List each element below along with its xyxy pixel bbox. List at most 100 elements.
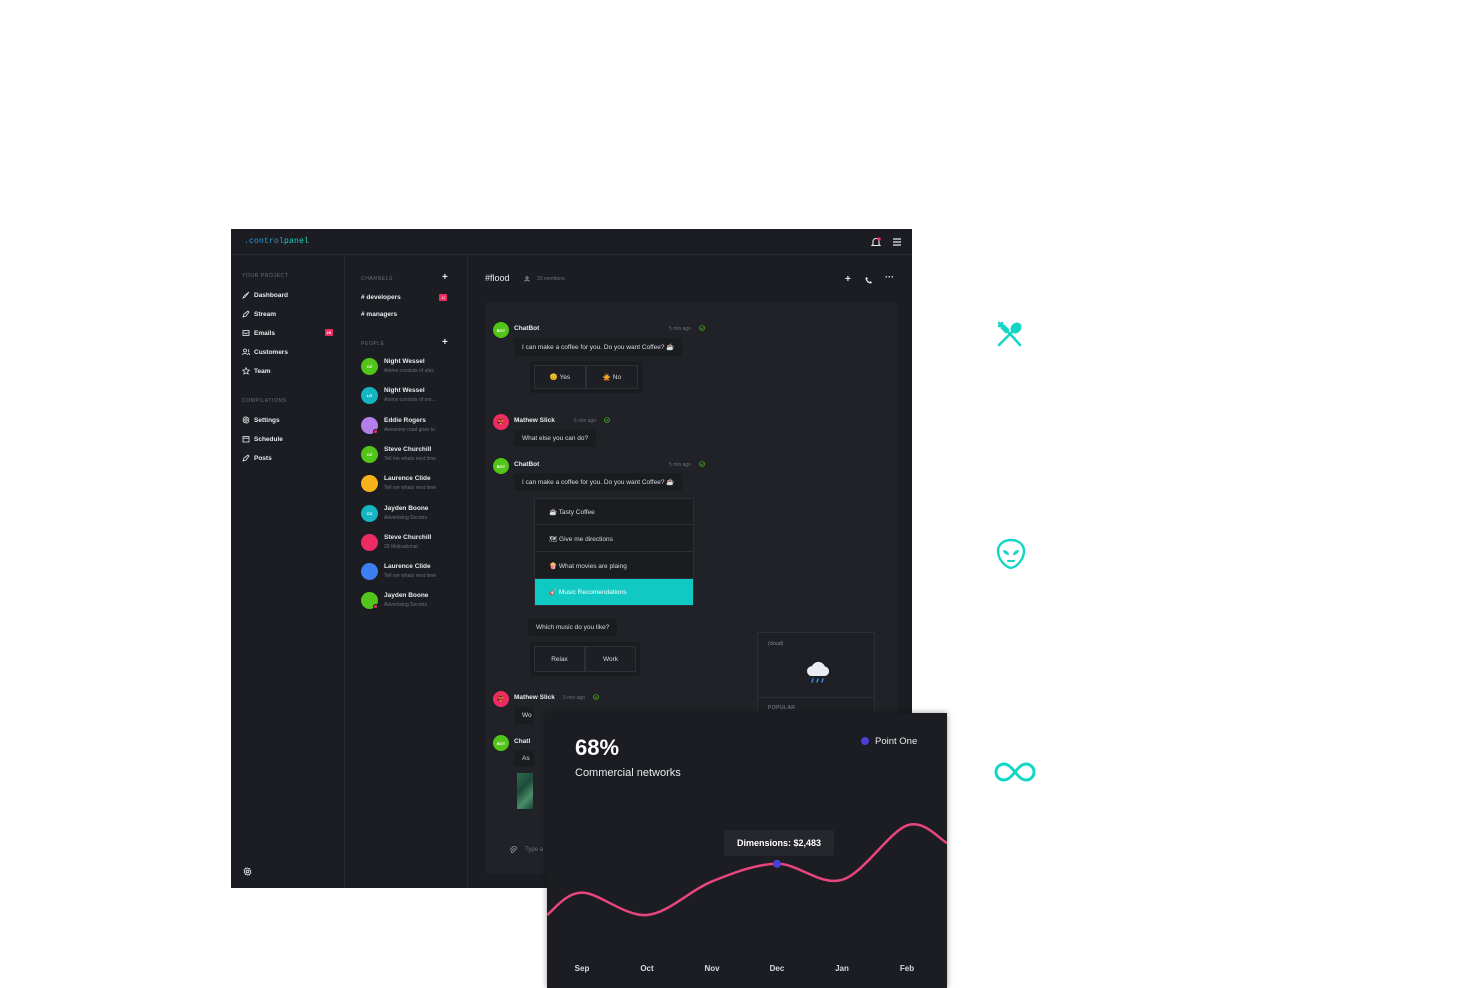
divider [758,697,874,698]
person-name: Jayden Boone [384,504,429,512]
choice-relax-button[interactable]: Relax [534,646,585,672]
highlight-point[interactable] [773,859,781,868]
add-person-button[interactable]: + [442,338,448,348]
sender-name: Chatl [514,738,531,745]
channel-item-managers[interactable]: # managers [361,311,397,318]
sidebar-item-dashboard[interactable]: Dashboard [242,288,337,302]
sidebar-item-label: Emails [254,329,275,337]
more-icon[interactable]: ··· [885,272,894,282]
image-thumbnail[interactable] [517,773,533,809]
menu-item-music[interactable]: 🎸 Music Recomendations [535,579,693,605]
menu-item-movies[interactable]: 🍿 What movies are plaing [535,553,693,579]
cloud-rain-icon [806,661,830,683]
sidebar-item-label: Schedule [254,435,283,443]
sidebar-item-customers[interactable]: Customers [242,345,337,359]
phone-icon[interactable] [865,276,873,284]
person-item[interactable]: Steve Churchill 29 Motivational [361,532,461,554]
sidebar-item-emails[interactable]: Emails 25 [242,326,337,340]
message-input[interactable]: Type a [525,847,543,853]
person-name: Night Wessel [384,358,425,365]
sidebar-item-team[interactable]: Team [242,364,337,378]
avatar: BOT [493,458,509,474]
channels-title: CHANNELS [361,276,394,282]
choice-work-button[interactable]: Work [585,646,636,672]
sidebar-item-label: Team [254,367,271,375]
avatar [361,475,378,493]
person-name: Night Wessel [384,387,425,395]
avatar: LG [361,387,378,405]
avatar: BOT [493,735,509,751]
sender-name: ChatBot [514,325,540,332]
person-item[interactable]: Laurence Clide Tell me whats next time [361,473,461,495]
avatar: OZ [361,504,378,522]
message-bubble: I can make a coffee for you. Do you want… [514,338,683,356]
person-item[interactable]: OZ Night Wessel Atoms consists of ules [361,356,461,378]
weather-card: (cloud) POPULAR [757,632,875,717]
pen-icon [242,310,250,318]
person-item[interactable]: OZ Jayden Boone Advertising Secrets [361,503,461,525]
person-item[interactable]: LG Night Wessel Atoms consists of mo... [361,385,461,407]
person-message: Tell me whats next time [384,455,436,462]
menu-item-coffee[interactable]: ☕ Tasty Coffee [535,499,693,525]
sidebar-item-settings[interactable]: Settings [242,413,337,427]
choice-no-button[interactable]: 🙅 No [586,365,638,389]
person-message: Awesome road goes to [384,426,436,433]
channel-item-developers[interactable]: # developers [361,294,401,301]
stats-card: 68% Commercial networks Point One Sep Oct… [547,713,947,988]
choice-yes-button[interactable]: 😊 Yes [534,365,586,389]
member-count: 23 members [537,276,565,282]
person-message: Atoms consists of mo... [384,397,436,404]
email-count-badge: 25 [324,329,333,336]
person-message: 29 Motivational [384,543,418,550]
channel-label: # developers [361,294,401,301]
person-name: Laurence Clide [384,475,431,483]
avatar: BOT [493,322,509,338]
logo[interactable]: .controlpanel [244,237,309,246]
menu-icon[interactable] [891,236,903,248]
add-button[interactable]: + [845,275,851,285]
person-item[interactable]: Laurence Clide Tell me whats next time [361,561,461,583]
person-item[interactable]: OZ Steve Churchill Tell me whats next time [361,444,461,466]
channel-badge: 12 [439,294,448,301]
check-icon [699,461,705,467]
chart-tooltip: Dimensions: $2,483 [724,830,834,856]
alien-icon [996,538,1026,570]
avatar [361,563,378,581]
sidebar-item-stream[interactable]: Stream [242,307,337,321]
gear-icon [242,416,250,424]
person-message: Tell me whats next time [384,573,436,580]
user-icon [524,276,530,282]
menu-item-directions[interactable]: 🗺 Give me directions [535,526,693,552]
x-tick-label: Nov [704,964,720,973]
weather-footer: POPULAR [768,705,796,711]
star-icon [242,367,250,375]
sidebar-item-label: Customers [254,348,288,356]
person-message: Advertising Secrets [384,602,428,609]
sidebar-item-schedule[interactable]: Schedule [242,432,337,446]
add-channel-button[interactable]: + [442,273,448,283]
settings-gear-icon[interactable] [243,867,252,876]
paperclip-icon[interactable] [509,846,517,854]
check-icon [593,694,599,700]
channel-label: # managers [361,311,398,318]
inbox-icon [242,330,250,336]
pen-icon [242,454,250,462]
choice-group: Relax Work [530,642,640,676]
person-name: Laurence Clide [384,563,431,571]
person-item[interactable]: Jayden Boone Advertising Secrets [361,590,461,612]
bot-options-menu: ☕ Tasty Coffee 🗺 Give me directions 🍿 Wh… [534,498,694,606]
person-message: Atoms consists of ules [384,368,434,374]
person-name: Steve Churchill [384,533,432,541]
person-message: Advertising Secrets [384,514,428,521]
message-bubble: I can make a coffee for you. Do you want… [514,473,683,491]
sender-name: ChatBot [514,461,540,468]
choice-group: 😊 Yes 🙅 No [530,361,642,393]
sidebar-item-label: Stream [254,310,277,318]
sidebar-item-label: Posts [254,454,272,462]
x-tick-label: Sep [575,964,590,973]
message-bubble: As [514,750,534,767]
bell-icon[interactable] [870,236,882,248]
logo-prefix: .control [244,237,285,246]
person-item[interactable]: Eddie Rogers Awesome road goes to [361,415,461,437]
sidebar-item-posts[interactable]: Posts [242,451,337,465]
